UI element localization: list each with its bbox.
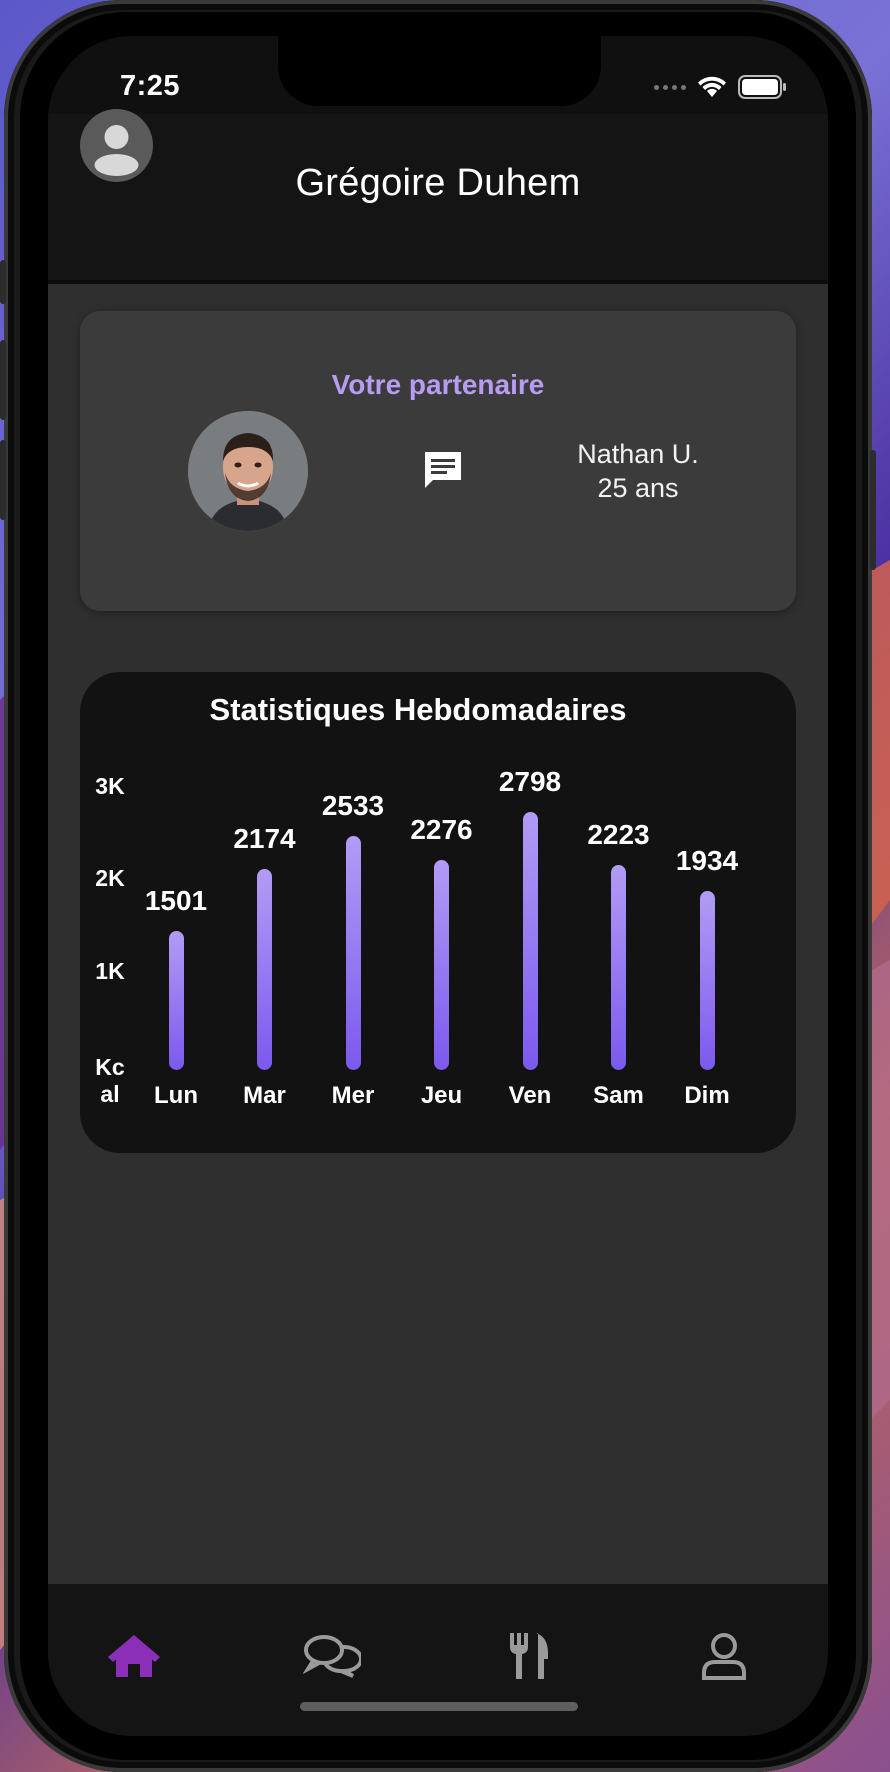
battery-icon bbox=[738, 75, 786, 99]
home-indicator[interactable] bbox=[300, 1702, 578, 1711]
bar-value-label: 2533 bbox=[321, 790, 385, 822]
partner-age: 25 ans bbox=[597, 473, 679, 503]
bar-value-label: 2223 bbox=[587, 818, 650, 850]
page-title: Grégoire Duhem bbox=[295, 162, 581, 204]
chart-bar bbox=[699, 891, 715, 1070]
status-time: 7:25 bbox=[120, 70, 181, 102]
status-icons bbox=[654, 72, 786, 102]
tab-home[interactable] bbox=[104, 1626, 164, 1686]
bar-value-label: 1501 bbox=[144, 885, 208, 917]
wifi-icon bbox=[698, 76, 726, 97]
home-icon bbox=[108, 1635, 160, 1677]
chart-bar bbox=[257, 869, 272, 1070]
bottom-tab-bar bbox=[48, 1584, 828, 1736]
message-icon[interactable] bbox=[421, 448, 465, 492]
volume-up-button bbox=[0, 340, 6, 420]
chart-bar bbox=[434, 859, 449, 1070]
chat-bubbles-icon bbox=[303, 1635, 361, 1678]
volume-down-button bbox=[0, 440, 6, 520]
weekly-stats-card: Statistiques Hebdomadaires Kc al 1K 2K 3K 15… bbox=[80, 672, 796, 1153]
tab-chat[interactable] bbox=[302, 1626, 362, 1686]
y-tick-label: 1K bbox=[95, 957, 125, 984]
chart-bar bbox=[611, 864, 626, 1070]
chart-bar bbox=[168, 931, 184, 1070]
partner-avatar[interactable] bbox=[188, 411, 308, 531]
x-tick-label: Dim bbox=[684, 1082, 730, 1109]
chart-title: Statistiques Hebdomadaires bbox=[209, 692, 627, 727]
bar-value-label: 2174 bbox=[233, 823, 296, 855]
mute-switch bbox=[0, 260, 6, 304]
x-tick-label: Mer bbox=[331, 1082, 375, 1109]
x-tick-label: Ven bbox=[508, 1082, 552, 1109]
x-tick-label: Sam bbox=[593, 1082, 644, 1109]
x-tick-label: Jeu bbox=[420, 1082, 463, 1109]
bar-value-label: 2798 bbox=[498, 765, 562, 797]
x-tick-label: Mar bbox=[243, 1082, 286, 1109]
y-tick-label: 3K bbox=[95, 773, 125, 799]
tab-profile[interactable] bbox=[694, 1626, 754, 1686]
partner-card[interactable]: Votre partenaire Nathan U. 25 ans bbox=[80, 311, 796, 611]
chart-bar bbox=[345, 836, 361, 1070]
profile-icon bbox=[702, 1633, 746, 1680]
notch bbox=[278, 36, 601, 106]
partner-heading: Votre partenaire bbox=[331, 369, 545, 400]
fork-knife-icon bbox=[510, 1633, 548, 1679]
bar-value-label: 1934 bbox=[675, 845, 739, 877]
partner-name: Nathan U. bbox=[577, 439, 699, 469]
main-content: Votre partenaire Nathan U. 25 ans Statis… bbox=[48, 284, 828, 1584]
power-button bbox=[870, 450, 876, 570]
partner-info: Nathan U. 25 ans bbox=[542, 437, 734, 505]
x-tick-label: Lun bbox=[154, 1082, 198, 1109]
bar-value-label: 2276 bbox=[410, 813, 473, 845]
partner-photo-portrait bbox=[188, 411, 308, 531]
app-screen: 7:25 Grégoire Duhem Votre partenaire Nat… bbox=[48, 36, 828, 1736]
tab-meals[interactable] bbox=[499, 1626, 559, 1686]
cellular-signal-icon bbox=[654, 84, 686, 90]
chart-bar bbox=[522, 811, 538, 1070]
